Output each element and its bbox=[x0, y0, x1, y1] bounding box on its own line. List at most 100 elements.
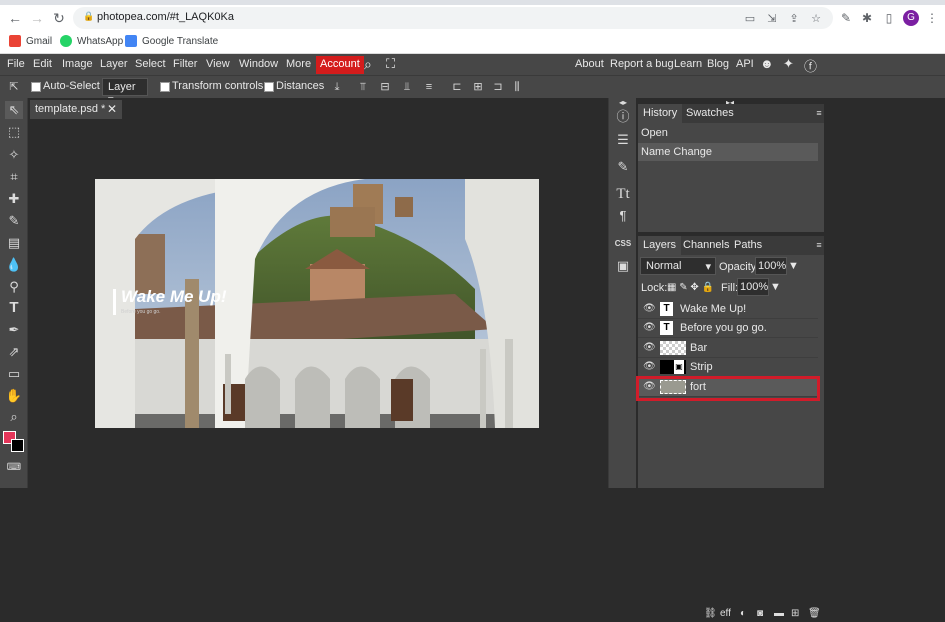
menu-edit[interactable]: Edit bbox=[33, 58, 52, 70]
new-group-icon[interactable]: ▬ bbox=[774, 608, 784, 622]
panel-menu-icon[interactable]: ≡ bbox=[814, 236, 824, 255]
bookmark-gmail[interactable]: Gmail bbox=[9, 35, 52, 47]
menu-layer[interactable]: Layer bbox=[100, 58, 128, 70]
keyboard-icon[interactable]: ⌨ bbox=[5, 459, 23, 477]
adjustment-layer-icon[interactable]: ◐ bbox=[740, 608, 746, 622]
auto-select-checkbox[interactable] bbox=[31, 82, 41, 92]
align-right-icon[interactable]: ⊐ bbox=[490, 79, 506, 95]
share-icon[interactable]: ⇪ bbox=[787, 12, 801, 26]
layer-row[interactable]: 👁 ▣ Strip bbox=[638, 358, 818, 377]
blur-tool-icon[interactable]: 💧 bbox=[5, 256, 23, 274]
delete-layer-icon[interactable]: 🗑 bbox=[808, 608, 821, 622]
align-top-icon[interactable]: ⫪ bbox=[355, 79, 371, 95]
layer-row[interactable]: 👁 T Before you go go. bbox=[638, 319, 818, 338]
eyedropper-extension-icon[interactable]: ✎ bbox=[839, 11, 853, 25]
history-item[interactable]: Name Change bbox=[638, 143, 818, 161]
document-tab[interactable]: template.psd * ✕ bbox=[30, 100, 122, 119]
align-hcenter-icon[interactable]: ⊞ bbox=[470, 79, 486, 95]
forward-icon[interactable]: → bbox=[28, 9, 46, 27]
gradient-tool-icon[interactable]: ▤ bbox=[5, 234, 23, 252]
bookmark-star-icon[interactable]: ☆ bbox=[809, 12, 823, 26]
tab-paths[interactable]: Paths bbox=[729, 236, 767, 255]
background-color-swatch[interactable] bbox=[11, 439, 24, 452]
align-bottom-icon[interactable]: ⫫ bbox=[399, 79, 415, 95]
rectangle-tool-icon[interactable]: ▭ bbox=[5, 365, 23, 383]
fullscreen-icon[interactable]: ⛶ bbox=[386, 56, 395, 72]
menu-image[interactable]: Image bbox=[62, 58, 93, 70]
menu-blog[interactable]: Blog bbox=[707, 58, 729, 70]
fill-input[interactable]: 100% bbox=[737, 278, 769, 296]
crop-tool-icon[interactable]: ⌗ bbox=[5, 168, 23, 186]
move-tool-icon[interactable]: ⇖ bbox=[5, 101, 23, 119]
menu-filter[interactable]: Filter bbox=[173, 58, 197, 70]
profile-avatar[interactable]: G bbox=[903, 10, 919, 26]
dodge-tool-icon[interactable]: ⚲ bbox=[5, 278, 23, 296]
install-icon[interactable]: ⇲ bbox=[765, 12, 779, 26]
panel-menu-icon[interactable]: ≡ bbox=[814, 104, 824, 123]
tab-layers[interactable]: Layers bbox=[638, 236, 682, 255]
layer-select[interactable]: Layer ▾ bbox=[102, 78, 148, 106]
layer-effects-icon[interactable]: eff bbox=[720, 608, 731, 622]
menu-view[interactable]: View bbox=[206, 58, 230, 70]
distribute-horizontal-icon[interactable]: ⫼ bbox=[509, 79, 525, 95]
eye-icon[interactable]: 👁 bbox=[643, 361, 656, 373]
tab-channels[interactable]: Channels bbox=[678, 236, 734, 255]
new-layer-icon[interactable]: ⊞ bbox=[791, 608, 799, 622]
lock-options-icons[interactable]: ▦ ✎ ✥ 🔒 bbox=[667, 282, 714, 293]
menu-api[interactable]: API bbox=[736, 58, 754, 70]
menu-more[interactable]: More bbox=[286, 58, 311, 70]
close-icon[interactable]: ✕ bbox=[107, 102, 117, 116]
healing-tool-icon[interactable]: ✚ bbox=[5, 190, 23, 208]
reddit-icon[interactable]: ☻ bbox=[760, 56, 774, 71]
sidepanel-icon[interactable]: ▯ bbox=[882, 11, 896, 25]
blend-mode-select[interactable]: Normal ▾ bbox=[640, 257, 716, 275]
paragraph-icon[interactable]: ¶ bbox=[613, 206, 633, 226]
info-icon[interactable]: ⓘ bbox=[613, 107, 633, 127]
menu-report-bug[interactable]: Report a bug bbox=[610, 58, 674, 70]
puzzle-extension-icon[interactable]: ✱ bbox=[860, 11, 874, 25]
transform-controls-checkbox[interactable] bbox=[160, 82, 170, 92]
open-in-app-icon[interactable]: ▭ bbox=[743, 12, 757, 26]
search-icon[interactable]: ⌕ bbox=[364, 56, 372, 73]
bookmark-google-translate[interactable]: Google Translate bbox=[125, 35, 218, 47]
character-icon[interactable]: Tt bbox=[613, 184, 633, 204]
pen-tool-icon[interactable]: ✒ bbox=[5, 321, 23, 339]
menu-about[interactable]: About bbox=[575, 58, 604, 70]
eye-icon[interactable]: 👁 bbox=[643, 342, 656, 354]
link-layers-icon[interactable]: ⛓ bbox=[704, 608, 717, 622]
collapse-arrows-icon[interactable]: ◂▸ bbox=[613, 99, 633, 107]
menu-window[interactable]: Window bbox=[239, 58, 278, 70]
zoom-tool-icon[interactable]: ⌕ bbox=[5, 408, 23, 426]
brush-settings-icon[interactable]: ✎ bbox=[613, 157, 633, 177]
image-icon[interactable]: ▣ bbox=[613, 256, 633, 276]
bookmark-whatsapp[interactable]: WhatsApp bbox=[60, 35, 123, 47]
eye-icon[interactable]: 👁 bbox=[643, 303, 656, 315]
distances-checkbox[interactable] bbox=[264, 82, 274, 92]
facebook-icon[interactable]: ⓕ bbox=[804, 56, 817, 75]
address-bar[interactable]: 🔒 photopea.com/#t_LAQK0Ka ▭ ⇲ ⇪ ☆ bbox=[73, 7, 833, 29]
hand-tool-icon[interactable]: ✋ bbox=[5, 387, 23, 405]
type-tool-icon[interactable]: T bbox=[5, 299, 23, 317]
path-select-tool-icon[interactable]: ⇗ bbox=[5, 343, 23, 361]
history-item[interactable]: Open bbox=[638, 124, 818, 142]
image-canvas[interactable]: Wake Me Up! Before you go go. bbox=[95, 179, 539, 428]
menu-select[interactable]: Select bbox=[135, 58, 166, 70]
distribute-icon[interactable]: ≡ bbox=[421, 79, 437, 95]
eye-icon[interactable]: 👁 bbox=[643, 322, 656, 334]
marquee-tool-icon[interactable]: ⬚ bbox=[5, 123, 23, 141]
layer-row[interactable]: 👁 Bar bbox=[638, 339, 818, 358]
fill-dropdown-icon[interactable]: ▼ bbox=[770, 281, 781, 293]
twitter-icon[interactable]: ✦ bbox=[783, 56, 794, 72]
reload-icon[interactable]: ↻ bbox=[50, 9, 68, 27]
magic-wand-tool-icon[interactable]: ✧ bbox=[5, 146, 23, 164]
download-icon[interactable]: ⤓ bbox=[329, 79, 345, 95]
css-icon[interactable]: CSS bbox=[613, 234, 633, 254]
layer-row[interactable]: 👁 fort bbox=[636, 376, 820, 401]
add-mask-icon[interactable]: ◙ bbox=[757, 608, 763, 622]
adjustments-icon[interactable]: ☰ bbox=[613, 130, 633, 150]
opacity-dropdown-icon[interactable]: ▼ bbox=[788, 260, 799, 272]
tab-swatches[interactable]: Swatches bbox=[681, 104, 739, 123]
brush-tool-icon[interactable]: ✎ bbox=[5, 212, 23, 230]
account-button[interactable]: Account bbox=[316, 56, 364, 74]
align-vcenter-icon[interactable]: ⊟ bbox=[377, 79, 393, 95]
